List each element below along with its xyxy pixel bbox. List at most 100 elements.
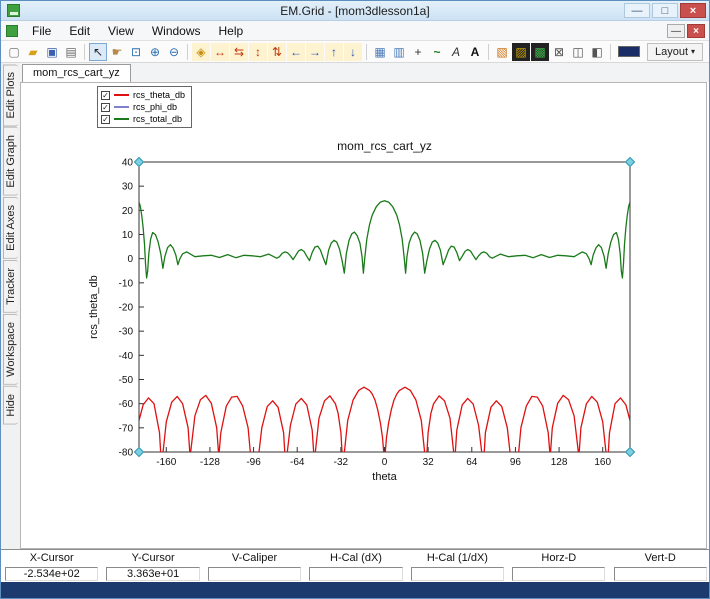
- grid-icon[interactable]: ▦: [371, 43, 389, 61]
- surface-icon[interactable]: ▩: [531, 43, 549, 61]
- subplot-icon[interactable]: ▥: [390, 43, 408, 61]
- y-tick-label: 0: [127, 254, 133, 265]
- sidebar-tab-edit-graph[interactable]: Edit Graph: [3, 127, 18, 196]
- title-bar: EM.Grid - [mom3dlesson1a] — □ ×: [1, 1, 709, 21]
- mdi-minimize-button[interactable]: —: [667, 24, 685, 38]
- y-tick-label: 40: [122, 158, 134, 169]
- y-tick-label: -60: [119, 399, 134, 410]
- x-tick-label: 96: [510, 457, 522, 468]
- caliper-icon[interactable]: ◫: [569, 43, 587, 61]
- expand-horizontal-icon[interactable]: ↔: [211, 43, 229, 61]
- expand-vertical-icon[interactable]: ↕: [249, 43, 267, 61]
- scroll-right-icon[interactable]: →: [306, 43, 324, 61]
- save-icon[interactable]: ▣: [43, 43, 61, 61]
- legend-checkbox[interactable]: ✓: [101, 103, 110, 112]
- status-value-slot: [305, 566, 406, 581]
- sidebar-tab-edit-plots[interactable]: Edit Plots: [3, 64, 18, 126]
- legend-checkbox[interactable]: ✓: [101, 91, 110, 100]
- legend-line-sample: [114, 106, 129, 108]
- marker-box-icon[interactable]: ⊠: [550, 43, 568, 61]
- status-header-3: V-Caliper: [204, 550, 305, 566]
- x-tick-label: 128: [551, 457, 568, 468]
- zoom-out-icon[interactable]: ⊖: [165, 43, 183, 61]
- rcs-chart: -160-128-96-64-320326496128160403020100-…: [21, 83, 706, 548]
- close-button[interactable]: ×: [680, 3, 706, 18]
- y-tick-label: -80: [119, 448, 134, 459]
- y-tick-label: 20: [122, 206, 134, 217]
- status-value-3: [208, 567, 301, 581]
- status-header-4: H-Cal (dX): [305, 550, 406, 566]
- sidebar-tab-edit-axes[interactable]: Edit Axes: [3, 197, 18, 259]
- sidebar-tab-hide[interactable]: Hide: [3, 386, 18, 425]
- axis-handle[interactable]: [625, 157, 634, 166]
- status-value-4: [309, 567, 402, 581]
- curve-icon[interactable]: ~: [428, 43, 446, 61]
- new-file-icon[interactable]: ▢: [5, 43, 23, 61]
- document-tab[interactable]: mom_rcs_cart_yz: [22, 64, 131, 82]
- status-value-slot: -2.534e+02: [1, 566, 102, 581]
- series-rcs_total_db: [139, 201, 630, 278]
- toolbar-separator: [488, 44, 489, 60]
- app-window: EM.Grid - [mom3dlesson1a] — □ × FileEdit…: [0, 0, 710, 599]
- text-bold-icon[interactable]: A: [466, 43, 484, 61]
- scroll-down-icon[interactable]: ↓: [344, 43, 362, 61]
- y-tick-label: 10: [122, 230, 134, 241]
- status-value-5: [411, 567, 504, 581]
- legend-item-rcs_total_db: ✓rcs_total_db: [101, 113, 185, 125]
- sidebar-tab-workspace[interactable]: Workspace: [3, 314, 18, 385]
- toolbar-separator: [84, 44, 85, 60]
- print-icon[interactable]: ▤: [62, 43, 80, 61]
- text-italic-icon[interactable]: A: [447, 43, 465, 61]
- status-header-5: H-Cal (1/dX): [407, 550, 508, 566]
- status-value-7: [614, 567, 707, 581]
- limit-lines-icon[interactable]: ◧: [588, 43, 606, 61]
- menu-item-edit[interactable]: Edit: [60, 21, 99, 41]
- pan-tool-icon[interactable]: ☛: [108, 43, 126, 61]
- menu-item-view[interactable]: View: [99, 21, 143, 41]
- menu-item-file[interactable]: File: [23, 21, 60, 41]
- full-extents-icon[interactable]: ◈: [192, 43, 210, 61]
- legend-item-rcs_theta_db: ✓ rcs_theta_db: [101, 89, 185, 101]
- crosshair-icon[interactable]: +: [409, 43, 427, 61]
- line-color-swatch[interactable]: [618, 46, 640, 57]
- status-value-2: 3.363e+01: [106, 567, 199, 581]
- colormap-icon[interactable]: ▧: [493, 43, 511, 61]
- y-tick-label: -30: [119, 327, 134, 338]
- open-folder-icon[interactable]: ▰: [24, 43, 42, 61]
- axis-handle[interactable]: [625, 447, 634, 456]
- legend-checkbox[interactable]: ✓: [101, 115, 110, 124]
- zoom-in-icon[interactable]: ⊕: [146, 43, 164, 61]
- x-tick-label: -96: [246, 457, 261, 468]
- scroll-left-icon[interactable]: ←: [287, 43, 305, 61]
- scroll-up-icon[interactable]: ↑: [325, 43, 343, 61]
- mdi-close-button[interactable]: ×: [687, 24, 705, 38]
- legend-label: rcs_theta_db: [133, 90, 185, 100]
- x-tick-label: -128: [200, 457, 220, 468]
- y-tick-label: -50: [119, 375, 134, 386]
- x-tick-label: 160: [594, 457, 611, 468]
- status-header-1: X-Cursor: [1, 550, 102, 566]
- y-tick-label: -20: [119, 303, 134, 314]
- x-axis-label: theta: [372, 471, 397, 483]
- compress-vertical-icon[interactable]: ⇅: [268, 43, 286, 61]
- main-toolbar: ▢▰▣▤↖☛⊡⊕⊖◈↔⇆↕⇅←→↑↓▦▥+~AA▧▨▩⊠◫◧Layout▾: [1, 41, 709, 63]
- zoom-window-icon[interactable]: ⊡: [127, 43, 145, 61]
- contour-icon[interactable]: ▨: [512, 43, 530, 61]
- maximize-button[interactable]: □: [652, 3, 678, 18]
- menu-item-help[interactable]: Help: [210, 21, 253, 41]
- layout-dropdown[interactable]: Layout▾: [647, 43, 703, 61]
- status-value-6: [512, 567, 605, 581]
- toolbar-separator: [366, 44, 367, 60]
- status-header-6: Horz-D: [508, 550, 609, 566]
- chart-title: mom_rcs_cart_yz: [337, 139, 432, 153]
- menu-item-windows[interactable]: Windows: [143, 21, 210, 41]
- select-tool-icon[interactable]: ↖: [89, 43, 107, 61]
- sidebar-tab-tracker[interactable]: Tracker: [3, 260, 18, 313]
- plot-legend: ✓ rcs_theta_db✓rcs_phi_db✓rcs_total_db: [97, 86, 192, 128]
- axis-handle[interactable]: [134, 157, 143, 166]
- legend-item-rcs_phi_db: ✓rcs_phi_db: [101, 101, 185, 113]
- compress-horizontal-icon[interactable]: ⇆: [230, 43, 248, 61]
- axis-handle[interactable]: [134, 447, 143, 456]
- x-tick-label: -32: [334, 457, 349, 468]
- minimize-button[interactable]: —: [624, 3, 650, 18]
